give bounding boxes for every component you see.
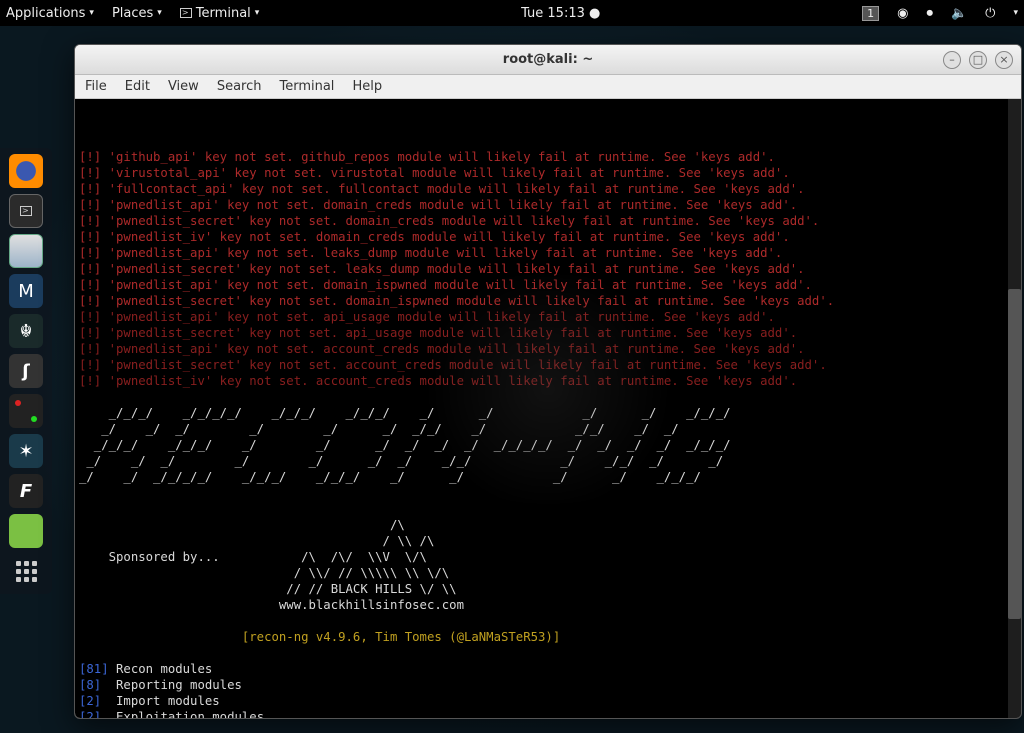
module-count: [2] [79,710,109,718]
menu-view[interactable]: View [168,79,199,94]
maximize-button[interactable]: □ [969,51,987,69]
wireshark-launcher[interactable]: ✶ [9,434,43,468]
menu-edit[interactable]: Edit [125,79,150,94]
show-apps-launcher[interactable] [9,554,43,588]
clock[interactable]: Tue 15:13 ● [521,6,600,21]
module-label: Reporting modules [109,678,242,692]
warning-line: [!] 'pwnedlist_api' key not set. account… [79,342,805,356]
dock: M ☬ ʃ ✶ F [0,148,52,594]
warning-line: [!] 'pwnedlist_api' key not set. domain_… [79,198,797,212]
scrollbar-thumb[interactable] [1008,289,1021,619]
warning-line: [!] 'pwnedlist_api' key not set. leaks_d… [79,246,782,260]
warning-line: [!] 'pwnedlist_secret' key not set. doma… [79,294,834,308]
firefox-launcher[interactable] [9,154,43,188]
warning-line: [!] 'pwnedlist_secret' key not set. doma… [79,214,819,228]
warning-line: [!] 'pwnedlist_secret' key not set. leak… [79,262,805,276]
menu-file[interactable]: File [85,79,107,94]
terminal-launcher[interactable] [9,194,43,228]
module-count: [8] [79,678,109,692]
warning-line: [!] 'pwnedlist_api' key not set. domain_… [79,278,812,292]
recorder-launcher[interactable] [9,394,43,428]
window-title: root@kali: ~ [503,52,593,67]
module-label: Import modules [109,694,220,708]
menu-search[interactable]: Search [217,79,262,94]
warning-line: [!] 'pwnedlist_iv' key not set. domain_c… [79,230,790,244]
module-label: Exploitation modules [109,710,264,718]
menu-terminal[interactable]: Terminal [279,79,334,94]
module-label: Recon modules [109,662,213,676]
minimize-button[interactable]: – [943,51,961,69]
module-count: [81] [79,662,109,676]
terminal-icon [20,206,32,216]
close-button[interactable]: × [995,51,1013,69]
sponsor-block: /\ / \\ /\ Sponsored by... /\ /\/ \\V \/… [79,518,464,612]
grid-icon [16,561,37,582]
warning-line: [!] 'virustotal_api' key not set. virust… [79,166,790,180]
places-menu[interactable]: Places▾ [112,6,162,21]
top-panel: Applications▾ Places▾ Terminal▾ Tue 15:1… [0,0,1024,26]
terminal-viewport[interactable]: [!] 'github_api' key not set. github_rep… [75,99,1021,718]
record-icon[interactable]: ◉ [897,6,908,21]
menu-help[interactable]: Help [352,79,382,94]
metasploit-launcher[interactable]: M [9,274,43,308]
warning-line: [!] 'github_api' key not set. github_rep… [79,150,775,164]
applications-menu[interactable]: Applications▾ [6,6,94,21]
warning-line: [!] 'pwnedlist_iv' key not set. account_… [79,374,797,388]
recon-ng-ascii-banner: _/_/_/ _/_/_/_/ _/_/_/ _/_/_/ _/ _/ _/ _… [79,406,731,484]
network-icon[interactable]: ⏺ [926,6,933,21]
power-icon[interactable]: ⏻ [985,6,995,21]
scrollbar[interactable] [1008,99,1021,718]
warning-line: [!] 'pwnedlist_secret' key not set. api_… [79,326,797,340]
burp-launcher[interactable]: ʃ [9,354,43,388]
volume-icon[interactable]: 🔈 [951,6,967,21]
warning-line: [!] 'fullcontact_api' key not set. fullc… [79,182,805,196]
menubar: File Edit View Search Terminal Help [75,75,1021,99]
system-menu-caret[interactable]: ▾ [1013,8,1018,18]
notes-launcher[interactable] [9,514,43,548]
warning-line: [!] 'pwnedlist_api' key not set. api_usa… [79,310,775,324]
ffuf-launcher[interactable]: F [9,474,43,508]
module-count: [2] [79,694,109,708]
titlebar[interactable]: root@kali: ~ – □ × [75,45,1021,75]
files-launcher[interactable] [9,234,43,268]
terminal-window: root@kali: ~ – □ × File Edit View Search… [74,44,1022,719]
terminal-menu[interactable]: Terminal▾ [180,6,259,21]
workspace-indicator[interactable]: 1 [862,6,879,21]
warning-line: [!] 'pwnedlist_secret' key not set. acco… [79,358,827,372]
terminal-icon [180,8,192,18]
armitage-launcher[interactable]: ☬ [9,314,43,348]
version-line: [recon-ng v4.9.6, Tim Tomes (@LaNMaSTeR5… [79,630,560,644]
